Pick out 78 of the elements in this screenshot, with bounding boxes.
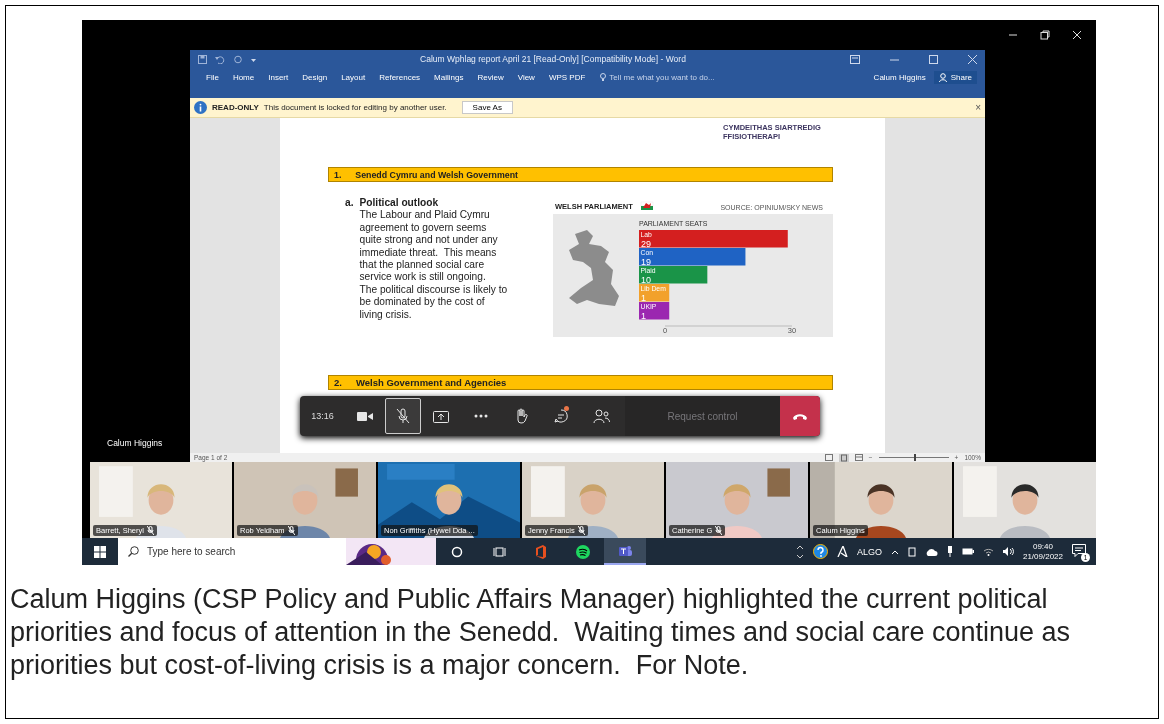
user-name[interactable]: Calum Higgins [869,71,930,84]
value-label: 1 [641,292,646,303]
flag-icon [640,201,654,210]
section-heading: 1. Senedd Cymru and Welsh Government [328,167,833,182]
task-view-icon [492,545,506,558]
body-paragraph: The Labour and Plaid Cymru agreement to govern seems quite strong and not under any immediate threat. This means that the planned social care service work is still ongoing. [359,209,499,284]
list-marker: a. [345,197,354,210]
section-heading: 2. Welsh Government and Agencies [328,375,833,390]
phone-icon [792,412,808,420]
ribbon-tab[interactable]: Mailings [430,71,468,84]
read-mode-icon[interactable] [824,454,833,461]
close-icon[interactable] [1072,30,1082,40]
tell-me-field[interactable]: Tell me what you want to do... [597,71,718,84]
info-message: This document is locked for editing by another user. [263,103,447,112]
device-icon[interactable] [907,546,916,557]
ribbon-tab[interactable]: References [375,71,425,84]
message-icon [1072,543,1086,557]
help-icon[interactable] [812,544,828,559]
cloud-icon[interactable] [924,547,938,556]
more-icon [474,414,488,418]
print-layout-icon[interactable] [838,453,849,462]
window-title: Calum Wphlag report April 21 [Read-Only] [Compatibility Mode] - Word [419,54,687,64]
windows-icon[interactable] [94,545,106,558]
ribbon-tab[interactable]: Insert [264,71,293,84]
value-label: 19 [641,256,651,267]
camera-icon [357,410,373,422]
ribbon-tab[interactable]: File [202,71,223,84]
body-paragraph: The political discourse is likely to be dominated by the cost of living crisis. [359,283,509,322]
search-field[interactable]: Type here to search [118,538,436,565]
hand-icon [514,408,528,424]
web-layout-icon[interactable] [854,454,863,461]
value-label: 29 [641,238,651,249]
speaker-icon[interactable] [1002,547,1014,556]
circle-icon [451,545,463,558]
ribbon-tab[interactable]: Design [298,71,332,84]
people-icon [592,408,610,424]
search-icon [128,546,139,557]
value-label: 1 [641,310,646,321]
undo-icon[interactable] [215,54,225,64]
share-screen-icon [433,409,449,423]
usb-icon[interactable] [946,546,953,557]
presenter-name: Calum Higgins [107,438,163,448]
clock[interactable]: 09:40 21/09/2022 [1022,541,1063,562]
ribbon-tab[interactable]: View [513,71,539,84]
read-only-label: READ-ONLY [212,103,259,112]
share-button[interactable]: Share [933,71,977,84]
ribbon-tab[interactable]: Review [473,71,508,84]
chat-icon [553,408,569,424]
ribbon-tab[interactable]: Home [228,71,259,84]
call-timer: 13:16 [310,411,335,421]
wifi-icon[interactable] [982,547,994,556]
mic-off-icon [396,408,410,424]
tray-label: ALGO [856,546,882,557]
close-button[interactable]: × [975,102,981,113]
ribbon-tab[interactable]: Layout [337,71,370,84]
maximize-icon[interactable] [929,54,938,64]
info-icon [194,101,207,114]
hang-up-button[interactable] [780,396,820,436]
bar [639,302,670,320]
microphone-button[interactable] [385,398,421,434]
restore-icon[interactable] [1040,30,1050,40]
slider-thumb[interactable] [913,454,916,461]
battery-icon[interactable] [961,548,974,555]
subsection-title: Political outlook [359,197,440,210]
music-app-icon [576,544,590,559]
ribbon-options-icon[interactable] [850,54,860,64]
value-label: 10 [641,274,651,285]
chevron-up-icon[interactable] [890,548,899,555]
save-as-button[interactable]: Save As [461,101,513,114]
ribbon-tab[interactable]: WPS PDF [544,71,590,84]
person-icon [938,73,948,82]
office-icon [535,544,547,559]
save-icon[interactable] [198,54,207,64]
chevron-icon[interactable] [795,544,804,559]
caption-paragraph: Calum Higgins (CSP Policy and Public Affairs Manager) highlighted the current political priorities and focus of attention in the Senedd. Waiting times and social care continue as priorities but cost-of-living crisis is a major concern. For Note. [10,583,1072,682]
chat-app-icon [617,543,633,558]
lightbulb-icon [600,73,607,82]
algo-icon[interactable] [836,546,848,557]
